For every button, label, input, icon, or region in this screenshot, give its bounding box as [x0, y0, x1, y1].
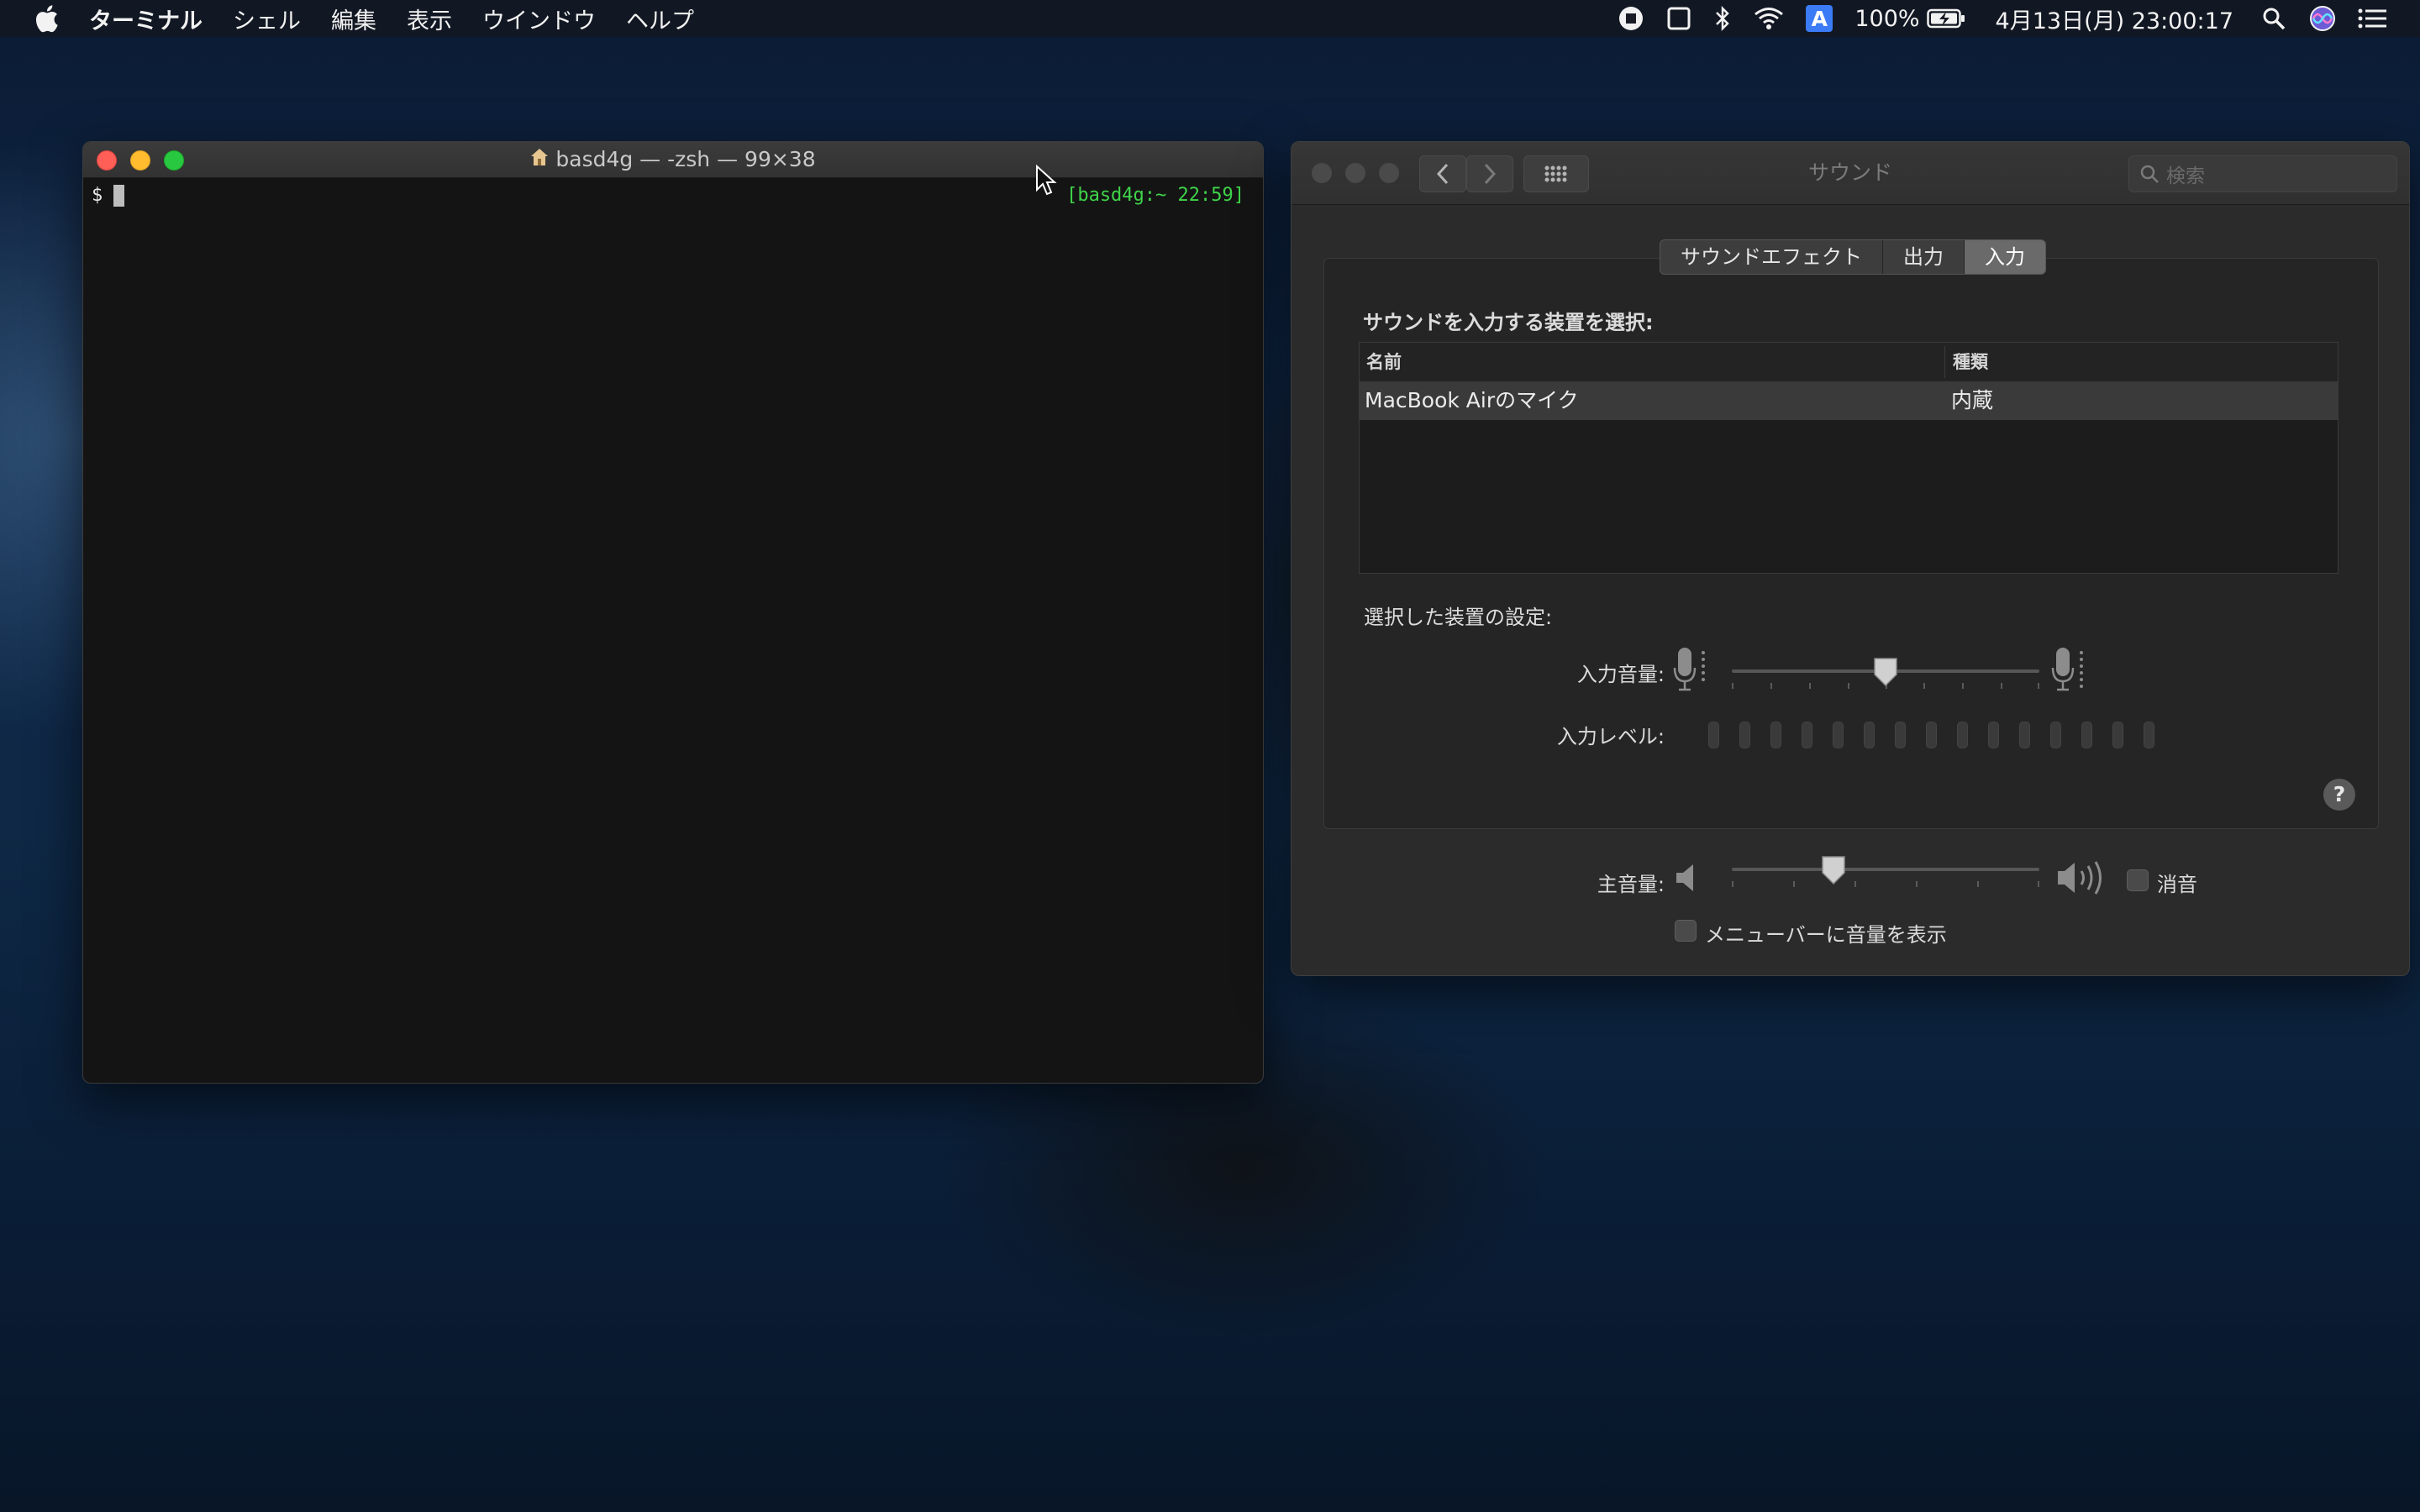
output-volume-label: 主音量: — [1597, 873, 1665, 896]
slider-tick — [1732, 683, 1733, 689]
input-volume-slider[interactable] — [1732, 651, 2039, 693]
input-volume-label: 入力音量: — [1576, 663, 1665, 686]
speaker-low-icon — [1676, 864, 1693, 891]
text-cursor — [113, 185, 124, 207]
level-segment — [1895, 722, 1906, 748]
search-icon — [2140, 165, 2159, 183]
record-icon[interactable] — [1618, 5, 1644, 32]
device-name: MacBook Airのマイク — [1365, 388, 1579, 412]
level-segment — [1770, 722, 1781, 748]
terminal-content[interactable]: $ [basd4g:~ 22:59] — [83, 178, 1263, 1083]
slider-tick — [1848, 683, 1849, 689]
slider-tick — [1809, 683, 1811, 689]
terminal-titlebar[interactable]: basd4g — -zsh — 99×38 — [83, 142, 1263, 178]
level-segment — [1926, 722, 1937, 748]
output-volume-knob[interactable] — [1820, 854, 1847, 886]
device-table[interactable]: 名前 種類 MacBook Airのマイク 内蔵 — [1359, 342, 2338, 574]
slider-tick — [2038, 683, 2039, 689]
battery-percent: 100% — [1854, 5, 1920, 32]
bluetooth-icon[interactable] — [1713, 5, 1732, 32]
output-volume-slider[interactable] — [1732, 849, 2039, 891]
level-segment — [1864, 722, 1875, 748]
slider-tick — [1770, 683, 1772, 689]
wifi-icon[interactable] — [1754, 7, 1784, 30]
level-segment — [1708, 722, 1719, 748]
apple-icon[interactable] — [34, 4, 59, 33]
microphone-low-icon — [1673, 648, 1705, 691]
slider-tick — [1977, 881, 1979, 887]
input-volume-knob[interactable] — [1872, 656, 1899, 688]
tab-sound-effects[interactable]: サウンドエフェクト — [1660, 240, 1883, 274]
home-folder-icon — [530, 143, 549, 178]
menu-app-name[interactable]: ターミナル — [89, 3, 203, 35]
sound-preferences-window[interactable]: サウンド 検索 サウンドエフェクト 出力 入力 サウンドを入力する装置を選択: … — [1291, 141, 2410, 976]
spotlight-icon[interactable] — [2262, 7, 2286, 30]
device-type: 内蔵 — [1951, 388, 1994, 412]
level-segment — [1833, 722, 1844, 748]
terminal-window[interactable]: basd4g — -zsh — 99×38 $ [basd4g:~ 22:59] — [82, 141, 1264, 1084]
slider-tick — [1962, 683, 1964, 689]
table-row[interactable]: MacBook Airのマイク 内蔵 — [1360, 381, 2338, 420]
input-level-label: 入力レベル: — [1556, 725, 1665, 748]
table-header: 名前 種類 — [1360, 343, 2338, 382]
input-source-icon[interactable]: A — [1806, 5, 1833, 32]
slider-tick — [1732, 881, 1733, 887]
mute-label: 消音 — [2157, 873, 2197, 896]
mouse-pointer-icon — [1036, 165, 1057, 196]
column-header-name[interactable]: 名前 — [1366, 343, 1402, 381]
level-segment — [2050, 722, 2061, 748]
menu-bar: ターミナル シェル 編集 表示 ウインドウ ヘルプ A 100% 4月13日(月… — [0, 0, 2420, 37]
slider-tick — [2001, 683, 2002, 689]
slider-tick — [1923, 683, 1925, 689]
help-button[interactable]: ? — [2323, 779, 2355, 811]
level-segment — [2112, 722, 2123, 748]
slider-tick — [2038, 881, 2039, 887]
battery-icon[interactable] — [1926, 8, 1965, 29]
level-segment — [2144, 722, 2154, 748]
tab-output[interactable]: 出力 — [1883, 240, 1965, 274]
menu-clock[interactable]: 4月13日(月) 23:00:17 — [1996, 3, 2233, 35]
preferences-toolbar[interactable]: サウンド 検索 — [1292, 142, 2409, 205]
speaker-high-icon — [2058, 861, 2102, 895]
show-volume-in-menubar-checkbox[interactable] — [1675, 920, 1697, 942]
show-volume-in-menubar-label: メニューバーに音量を表示 — [1705, 923, 1947, 947]
select-device-label: サウンドを入力する装置を選択: — [1363, 311, 1654, 334]
slider-tick — [1854, 881, 1856, 887]
slider-tick — [1916, 881, 1918, 887]
notification-center-icon[interactable] — [2358, 8, 2386, 29]
siri-icon[interactable] — [2309, 5, 2336, 32]
menu-help[interactable]: ヘルプ — [626, 3, 694, 35]
right-prompt: [basd4g:~ 22:59] — [1066, 185, 1244, 206]
level-segment — [1739, 722, 1750, 748]
search-placeholder: 検索 — [2166, 165, 2205, 187]
menu-view[interactable]: 表示 — [407, 3, 452, 35]
terminal-title: basd4g — -zsh — 99×38 — [555, 147, 816, 171]
menu-window[interactable]: ウインドウ — [482, 3, 596, 35]
level-segment — [2081, 722, 2092, 748]
menu-shell[interactable]: シェル — [233, 3, 301, 35]
input-source-label: A — [1811, 6, 1828, 31]
column-divider — [1944, 346, 1945, 378]
level-segment — [2019, 722, 2030, 748]
menu-edit[interactable]: 編集 — [331, 3, 376, 35]
search-field[interactable]: 検索 — [2128, 155, 2397, 192]
microphone-high-icon — [2051, 648, 2083, 691]
level-segment — [1988, 722, 1999, 748]
segmented-tabs: サウンドエフェクト 出力 入力 — [1660, 239, 2046, 275]
level-segment — [1957, 722, 1968, 748]
slider-tick — [1793, 881, 1795, 887]
mute-checkbox[interactable] — [2127, 869, 2149, 891]
column-header-type[interactable]: 種類 — [1953, 343, 1988, 381]
window-icon[interactable] — [1666, 6, 1691, 31]
tab-input[interactable]: 入力 — [1965, 240, 2045, 274]
shell-prompt: $ — [92, 185, 103, 206]
level-segment — [1802, 722, 1812, 748]
output-volume-track — [1732, 868, 2039, 871]
selected-device-label: 選択した装置の設定: — [1364, 606, 1553, 629]
